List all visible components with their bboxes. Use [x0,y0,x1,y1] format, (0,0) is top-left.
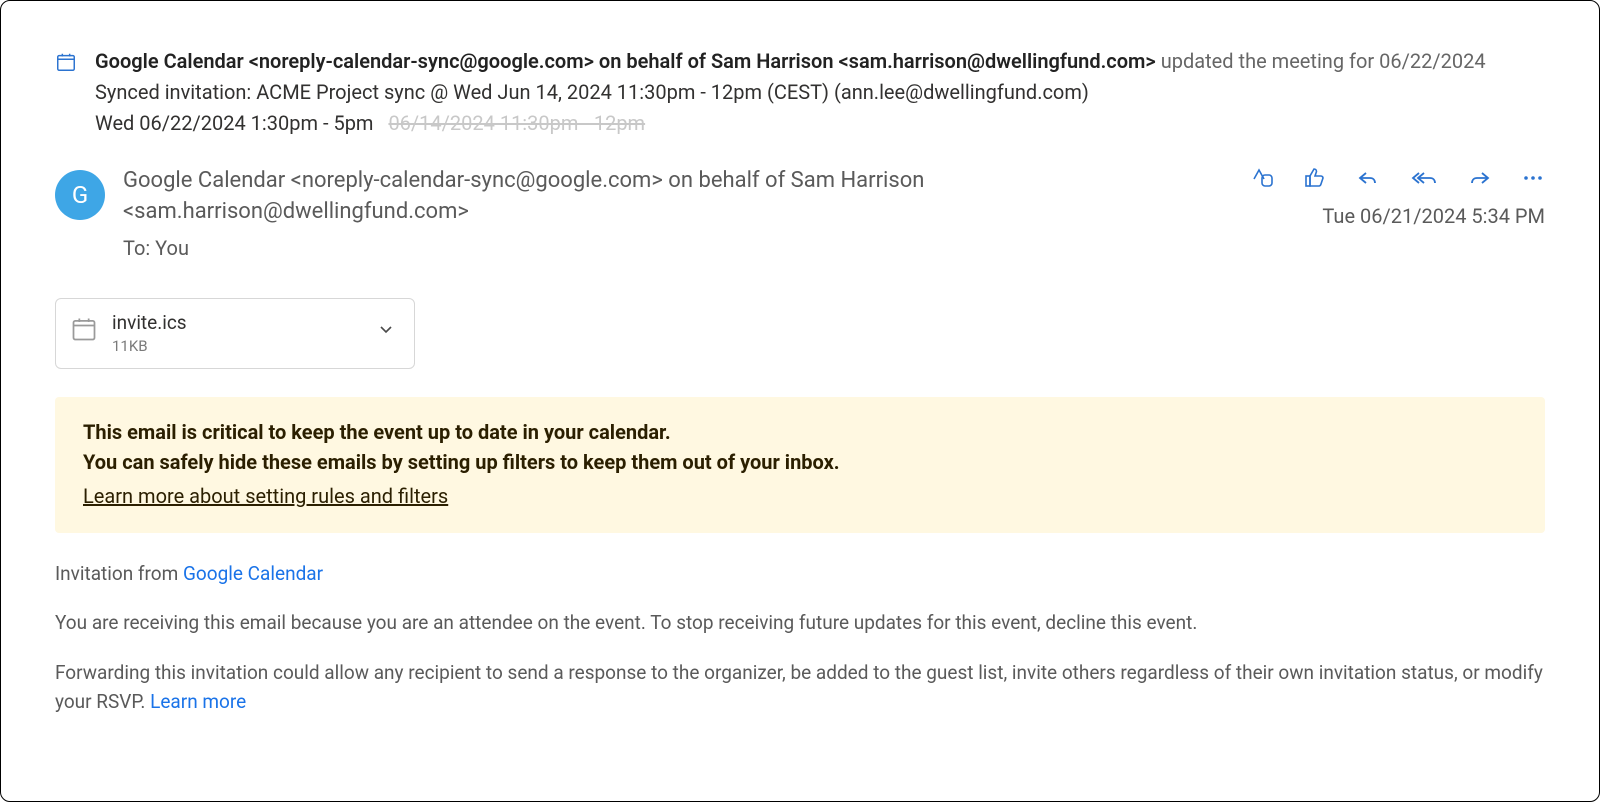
summary-sender: Google Calendar <noreply-calendar-sync@g… [95,49,1156,73]
calendar-icon [55,51,77,138]
summary-subject: Synced invitation: ACME Project sync @ W… [95,78,1545,107]
banner-learn-link[interactable]: Learn more about setting rules and filte… [83,481,448,511]
summary-sender-line: Google Calendar <noreply-calendar-sync@g… [95,47,1545,76]
reply-all-icon[interactable] [1409,166,1439,190]
email-body: Invitation from Google Calendar You are … [55,559,1545,717]
from-line: Google Calendar <noreply-calendar-sync@g… [123,166,1233,228]
meeting-update-summary: Google Calendar <noreply-calendar-sync@g… [55,47,1545,138]
avatar-initial: G [72,178,88,213]
to-line: To: You [123,234,1233,262]
summary-time-change: Wed 06/22/2024 1:30pm - 5pm 06/14/2024 1… [95,109,1545,138]
receiving-reason: You are receiving this email because you… [55,608,1545,637]
banner-line2: You can safely hide these emails by sett… [83,447,1517,477]
summary-text: Google Calendar <noreply-calendar-sync@g… [95,47,1545,138]
from-block: Google Calendar <noreply-calendar-sync@g… [123,166,1233,262]
invitation-source-line: Invitation from Google Calendar [55,559,1545,588]
forward-icon[interactable] [1467,166,1493,190]
reply-icon[interactable] [1355,166,1381,190]
header-actions: Tue 06/21/2024 5:34 PM [1251,166,1545,231]
thumbs-up-icon[interactable] [1303,166,1327,190]
received-timestamp: Tue 06/21/2024 5:34 PM [1322,202,1545,231]
banner-line1: This email is critical to keep the event… [83,417,1517,447]
more-actions-icon[interactable] [1521,166,1545,190]
summary-action: updated the meeting for 06/22/2024 [1156,49,1486,73]
forwarding-text: Forwarding this invitation could allow a… [55,661,1543,713]
translate-icon[interactable] [1251,166,1275,190]
attachment-text: invite.ics 11KB [112,309,187,358]
info-banner: This email is critical to keep the event… [55,397,1545,533]
summary-old-time: 06/14/2024 11:30pm - 12pm [388,111,645,135]
summary-new-time: Wed 06/22/2024 1:30pm - 5pm [95,111,373,135]
message-header: G Google Calendar <noreply-calendar-sync… [55,166,1545,262]
calendar-file-icon [70,315,98,351]
attachment-filename: invite.ics [112,309,187,337]
email-reading-pane: Google Calendar <noreply-calendar-sync@g… [0,0,1600,802]
avatar: G [55,170,105,220]
attachment-chip[interactable]: invite.ics 11KB [55,298,415,369]
invitation-prefix: Invitation from [55,562,183,585]
action-row [1251,166,1545,190]
attachment-size: 11KB [112,336,187,358]
forwarding-warning: Forwarding this invitation could allow a… [55,658,1545,717]
learn-more-link[interactable]: Learn more [150,690,246,713]
chevron-down-icon[interactable] [376,319,396,348]
google-calendar-link[interactable]: Google Calendar [183,562,323,585]
